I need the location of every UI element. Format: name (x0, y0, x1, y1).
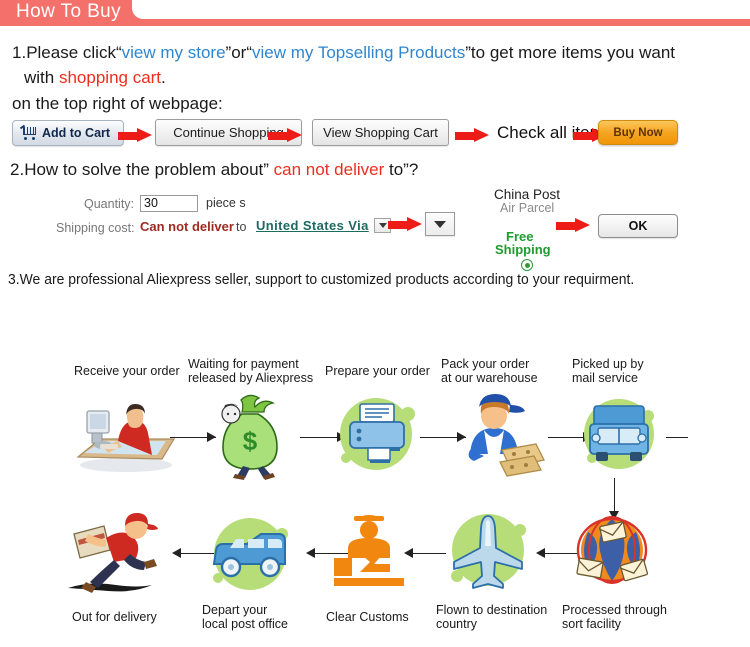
step-2-heading: 2.How to solve the problem about” can no… (10, 160, 418, 180)
customs-officer-icon (328, 512, 410, 596)
ok-label: OK (628, 219, 648, 233)
warehouse-worker-icon (448, 388, 548, 478)
flow-label-receive-your-order: Receive your order (74, 364, 180, 378)
piece-unit-label: piece s (206, 196, 246, 210)
step-1-line2-post: . (161, 68, 166, 87)
checkout-flow-button-row: Add to Cart Continue Shopping View Shopp… (0, 118, 750, 152)
shipping-cost-label: Shipping cost: (56, 221, 135, 235)
airplane-icon (440, 508, 536, 596)
shopping-cart-icon (19, 124, 37, 140)
sort-facility-globe-icon (566, 510, 658, 596)
free-shipping-line-2: Shipping (495, 242, 551, 257)
can-not-deliver-emphasis: can not deliver (273, 160, 385, 179)
carrier-name-line-1: China Post (494, 187, 561, 202)
page-title: How To Buy (16, 1, 122, 22)
flow-label-clear-customs: Clear Customs (326, 610, 409, 624)
step-1-or: or (231, 43, 247, 62)
free-shipping-badge-icon (521, 259, 533, 271)
shipping-to-word: to (236, 220, 247, 234)
shipping-method-dropdown-button[interactable] (425, 212, 455, 236)
buy-now-label: Buy Now (613, 126, 663, 139)
carrier-name-line-2: Air Parcel (500, 201, 555, 215)
banner-underline (0, 22, 750, 26)
printer-icon (330, 392, 422, 476)
red-arrow-icon-3 (455, 128, 489, 142)
step-2-pre: How to solve the problem about” (24, 160, 269, 179)
red-arrow-icon-6 (556, 218, 590, 232)
flow-label-prepare-your-order: Prepare your order (325, 364, 430, 378)
step-1-line-2: with shopping cart. (24, 68, 166, 88)
flow-label-waiting-for-payment: Waiting for payment released by Aliexpre… (188, 357, 314, 385)
step-2-post: to”? (388, 160, 419, 179)
shipping-status-text: Can not deliver (140, 219, 234, 234)
flow-label-picked-up-by-mail-service: Picked up by mail service (572, 357, 644, 385)
step-3-number: 3. (8, 271, 20, 288)
flow-label-processed-through-sort-facility: Processed through sort facility (562, 603, 667, 631)
view-shopping-cart-button[interactable]: View Shopping Cart (312, 119, 449, 146)
money-bag-icon: $ (205, 388, 301, 480)
link-view-my-topselling-products[interactable]: view my Topselling Products (252, 43, 465, 62)
step-1-tail: to get more items you want (470, 43, 676, 62)
person-at-computer-icon (70, 395, 182, 475)
quantity-label: Quantity: (84, 197, 135, 211)
svg-text:$: $ (243, 426, 258, 456)
shipping-country-link[interactable]: United States Via (256, 218, 369, 233)
step-2-number: 2. (10, 160, 25, 179)
red-arrow-icon-2 (268, 128, 302, 142)
chevron-down-large-icon (434, 220, 446, 228)
step-3-body: We are professional Aliexpress seller, s… (19, 271, 635, 288)
link-view-my-store[interactable]: view my store (122, 43, 226, 62)
mail-truck-icon (572, 392, 666, 476)
add-to-cart-label: Add to Cart (42, 126, 111, 140)
buy-now-button[interactable]: Buy Now (598, 120, 678, 145)
step-1-line2-pre: with (24, 68, 55, 87)
ok-button[interactable]: OK (598, 214, 678, 238)
flow-label-out-for-delivery: Out for delivery (72, 610, 157, 624)
banner-notch (132, 0, 750, 19)
chevron-down-icon (378, 223, 387, 228)
flow-label-flown-to-destination: Flown to destination country (436, 603, 548, 631)
page-header-banner: How To Buy (0, 0, 750, 26)
step-3-text: 3.We are professional Aliexpress seller,… (8, 271, 634, 288)
flow-label-depart-local-post-office: Depart your local post office (202, 603, 288, 631)
delivery-van-icon (200, 512, 300, 596)
view-shopping-cart-label: View Shopping Cart (323, 125, 438, 140)
add-to-cart-button[interactable]: Add to Cart (12, 120, 124, 146)
step-1-line-1: 1.Please click“view my store”or“view my … (12, 43, 675, 63)
step-1-lead: Please click (26, 43, 116, 62)
flow-arrow-stub (666, 432, 688, 443)
flow-label-pack-your-order: Pack your order at our warehouse (441, 357, 538, 385)
step-1-number: 1. (12, 43, 27, 62)
shopping-cart-emphasis: shopping cart (58, 68, 162, 87)
quantity-input[interactable]: 30 (140, 195, 198, 212)
red-arrow-icon-1 (118, 128, 152, 142)
running-courier-icon (62, 512, 172, 602)
red-arrow-icon-5 (388, 217, 422, 231)
step-1-line-3: on the top right of webpage: (12, 94, 223, 113)
